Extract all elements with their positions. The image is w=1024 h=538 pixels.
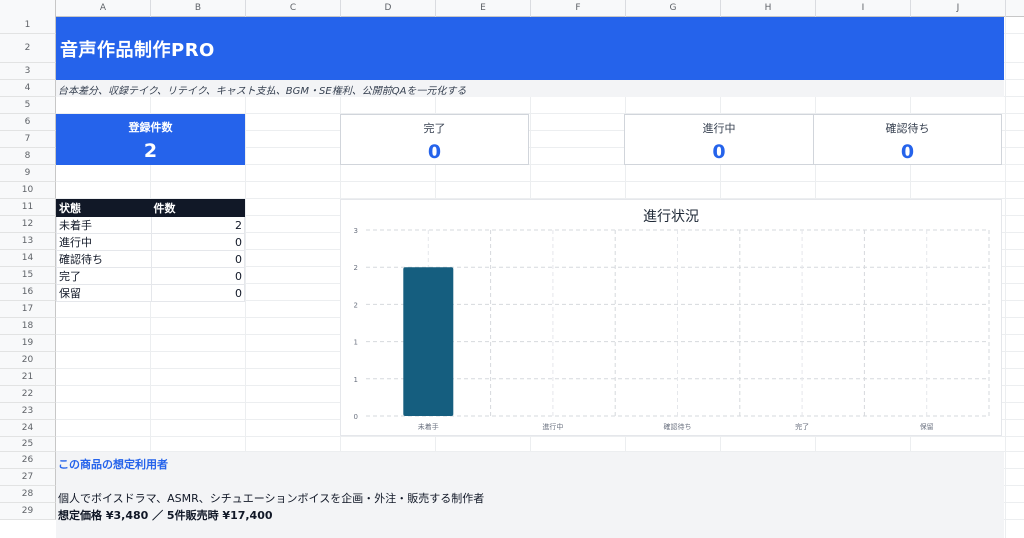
spreadsheet: A B C D E F G H I J 1 2 3 4 5 6 7 8 9 10 11 12 13 14 1… — [0, 0, 1024, 538]
column-header-e[interactable]: E — [436, 0, 531, 17]
row-header-16[interactable]: 16 — [0, 284, 56, 301]
x-tick-label: 保留 — [920, 422, 934, 431]
row-header-28[interactable]: 28 — [0, 486, 56, 503]
row-header-6[interactable]: 6 — [0, 114, 56, 131]
row-header-11[interactable]: 11 — [0, 199, 56, 216]
kpi-done-label: 完了 — [423, 122, 446, 135]
kpi-registered-value: 2 — [143, 140, 158, 162]
target-users-title: この商品の想定利用者 — [58, 458, 168, 471]
kpi-awaiting-value: 0 — [900, 141, 915, 163]
chart-plot: 0 1 1 2 2 3 未着手 進行中 確認待ち 完了 保留 — [354, 227, 990, 431]
x-tick-label: 未着手 — [418, 422, 439, 431]
column-header-g[interactable]: G — [626, 0, 721, 17]
count-column-header[interactable]: 件数 — [150, 199, 245, 217]
x-tick-label: 完了 — [795, 422, 809, 431]
target-users-price: 想定価格 ¥3,480 ／ 5件販売時 ¥17,400 — [58, 509, 273, 522]
kpi-awaiting-label: 確認待ち — [885, 122, 930, 135]
status-column-header[interactable]: 状態 — [56, 199, 152, 217]
row-header-7[interactable]: 7 — [0, 131, 56, 148]
row-header-22[interactable]: 22 — [0, 386, 56, 403]
row-header-23[interactable]: 23 — [0, 403, 56, 420]
row-header-14[interactable]: 14 — [0, 250, 56, 267]
status-cell[interactable]: 完了 — [56, 267, 152, 285]
row-header-18[interactable]: 18 — [0, 318, 56, 335]
y-tick-label: 2 — [354, 264, 358, 272]
row-gridline — [56, 181, 1024, 182]
table-row: 保留 0 — [56, 284, 245, 302]
y-tick-label: 1 — [354, 339, 358, 347]
row-header-25[interactable]: 25 — [0, 437, 56, 452]
select-all-corner[interactable] — [0, 0, 56, 17]
kpi-done-card[interactable]: 完了 0 — [340, 114, 529, 165]
table-row: 完了 0 — [56, 267, 245, 285]
status-table-header-row: 状態 件数 — [56, 199, 245, 217]
row-header-2[interactable]: 2 — [0, 34, 56, 63]
status-cell[interactable]: 未着手 — [56, 216, 152, 234]
column-header-c[interactable]: C — [246, 0, 341, 17]
row-header-8[interactable]: 8 — [0, 148, 56, 165]
page-subtitle: 台本差分、収録テイク、リテイク、キャスト支払、BGM・SE権利、公開前QAを一元… — [58, 86, 467, 97]
row-header-17[interactable]: 17 — [0, 301, 56, 318]
column-header-h[interactable]: H — [721, 0, 816, 17]
count-cell[interactable]: 0 — [150, 250, 245, 268]
row-header-26[interactable]: 26 — [0, 452, 56, 469]
y-tick-label: 3 — [354, 227, 358, 235]
row-header-27[interactable]: 27 — [0, 469, 56, 486]
y-tick-label: 0 — [354, 413, 358, 421]
row-header-20[interactable]: 20 — [0, 352, 56, 369]
kpi-in-progress-card[interactable]: 進行中 0 — [624, 114, 814, 165]
row-header-9[interactable]: 9 — [0, 165, 56, 182]
row-header-3[interactable]: 3 — [0, 63, 56, 80]
column-header-b[interactable]: B — [151, 0, 246, 17]
count-cell[interactable]: 2 — [150, 216, 245, 234]
status-table: 状態 件数 未着手 2 進行中 0 確認待ち 0 完了 0 保留 0 — [56, 199, 245, 302]
row-header-19[interactable]: 19 — [0, 335, 56, 352]
row-header-29[interactable]: 29 — [0, 503, 56, 520]
column-header-j[interactable]: J — [911, 0, 1006, 17]
kpi-awaiting-card[interactable]: 確認待ち 0 — [813, 114, 1002, 165]
row-header-21[interactable]: 21 — [0, 369, 56, 386]
count-cell[interactable]: 0 — [150, 284, 245, 302]
status-cell[interactable]: 確認待ち — [56, 250, 152, 268]
column-header-i[interactable]: I — [816, 0, 911, 17]
kpi-registered-card[interactable]: 登録件数 2 — [56, 114, 245, 165]
table-row: 確認待ち 0 — [56, 250, 245, 268]
kpi-in-progress-value: 0 — [712, 141, 726, 163]
progress-chart[interactable]: 進行状況 0 1 1 2 2 3 未着手 進行中 確認待ち 完了 保留 — [340, 199, 1002, 436]
status-cell[interactable]: 保留 — [56, 284, 152, 302]
row-header-5[interactable]: 5 — [0, 97, 56, 114]
row-header-15[interactable]: 15 — [0, 267, 56, 284]
status-cell[interactable]: 進行中 — [56, 233, 152, 251]
y-tick-label: 1 — [354, 376, 358, 384]
column-header-d[interactable]: D — [341, 0, 436, 17]
table-row: 進行中 0 — [56, 233, 245, 251]
column-header-row: A B C D E F G H I J — [0, 0, 1024, 17]
column-gridline — [1005, 17, 1006, 538]
row-header-12[interactable]: 12 — [0, 216, 56, 233]
x-tick-label: 進行中 — [542, 422, 563, 431]
chart-bar — [403, 267, 454, 416]
count-cell[interactable]: 0 — [150, 233, 245, 251]
kpi-in-progress-label: 進行中 — [702, 122, 736, 135]
count-cell[interactable]: 0 — [150, 267, 245, 285]
row-header-24[interactable]: 24 — [0, 420, 56, 437]
y-tick-label: 2 — [354, 301, 358, 309]
row-header-1[interactable]: 1 — [0, 17, 56, 34]
row-header-13[interactable]: 13 — [0, 233, 56, 250]
column-header-a[interactable]: A — [56, 0, 151, 17]
kpi-done-value: 0 — [427, 141, 442, 163]
kpi-registered-label: 登録件数 — [128, 121, 173, 134]
column-header-f[interactable]: F — [531, 0, 626, 17]
page-title: 音声作品制作PRO — [60, 40, 215, 61]
row-header-4[interactable]: 4 — [0, 80, 56, 97]
x-tick-label: 確認待ち — [664, 422, 692, 431]
row-gridline — [56, 436, 1024, 437]
target-users-description: 個人でボイスドラマ、ASMR、シチュエーションボイスを企画・外注・販売する制作者 — [58, 492, 485, 505]
table-row: 未着手 2 — [56, 216, 245, 234]
row-header-10[interactable]: 10 — [0, 182, 56, 199]
